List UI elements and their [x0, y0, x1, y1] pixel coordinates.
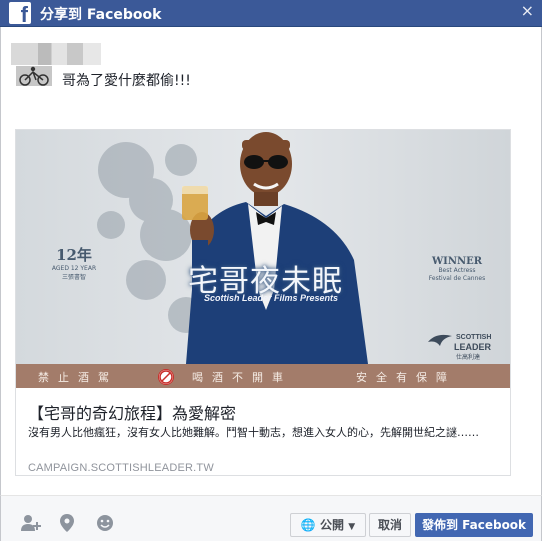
tag-friends-icon[interactable] [21, 514, 41, 536]
post-to-facebook-button[interactable]: 發佈到 Facebook [415, 513, 533, 537]
presents-text: Scottish Leader Films Presents [204, 293, 339, 303]
avatar [16, 66, 52, 86]
age-badge: 12年 AGED 12 YEAR 三張書智 [51, 246, 97, 281]
no-drinking-icon [158, 369, 174, 385]
dialog-titlebar: f 分享到 Facebook × [0, 0, 542, 27]
facebook-logo-icon: f [9, 2, 31, 26]
award-badge: WINNER Best Actress Festival de Cannes [428, 256, 486, 282]
link-domain: CAMPAIGN.SCOTTISHLEADER.TW [28, 462, 214, 474]
globe-icon: 🌐 [300, 518, 316, 532]
privacy-label: 公開 [320, 518, 345, 532]
warning-text-mid: 喝酒不開車 [192, 371, 292, 384]
link-preview-image: 宅哥夜未眠 Scottish Leader Films Presents 12年… [16, 130, 510, 388]
dialog-title: 分享到 Facebook [40, 7, 162, 23]
warning-text-left: 禁止酒駕 [38, 371, 118, 384]
link-title[interactable]: 【宅哥的奇幻旅程】為愛解密 [28, 400, 236, 424]
emoji-icon[interactable] [96, 514, 114, 536]
brand-logo: SCOTTISH LEADER 仕高利達 [426, 330, 491, 361]
dialog-footer: 🌐 公開 ▼ 取消 發佈到 Facebook [0, 495, 542, 541]
post-message[interactable]: 哥為了愛什麼都偷!!! [62, 70, 191, 90]
privacy-dropdown[interactable]: 🌐 公開 ▼ [290, 513, 366, 537]
close-icon[interactable]: × [521, 1, 534, 20]
warning-text-right: 安全有保障 [356, 371, 456, 384]
location-icon[interactable] [60, 514, 74, 536]
alcohol-warning-bar: 禁止酒駕 喝酒不開車 安全有保障 [16, 364, 510, 388]
chevron-down-icon: ▼ [348, 522, 356, 532]
link-preview-card[interactable]: 宅哥夜未眠 Scottish Leader Films Presents 12年… [15, 129, 511, 476]
cancel-button[interactable]: 取消 [369, 513, 411, 537]
blurred-username [11, 43, 101, 65]
link-description: 沒有男人比他瘋狂，沒有女人比她難解。鬥智十動志，想進入女人的心，先解開世紀之謎…… [28, 426, 479, 439]
